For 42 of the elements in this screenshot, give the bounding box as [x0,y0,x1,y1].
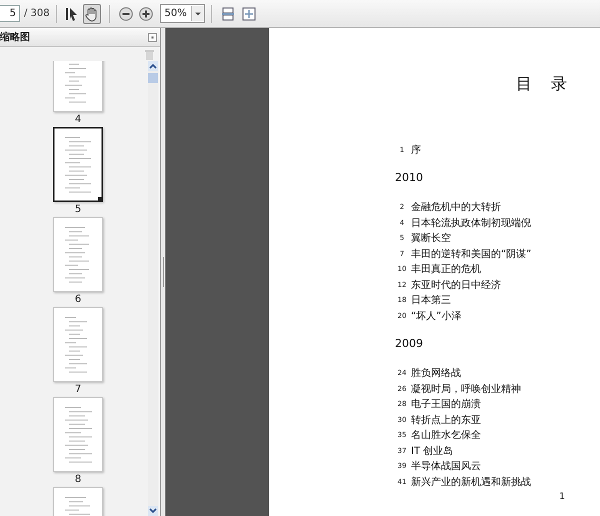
chapter-title: 金融危机中的大转折 [411,200,501,214]
close-icon[interactable] [148,32,157,42]
page-layout-icon[interactable] [222,6,234,20]
page-number-label: 7 [74,383,82,397]
chapter-title: 东亚时代的日中经济 [411,278,501,292]
zoom-combo[interactable]: 50% [160,4,205,23]
chapter-title: 翼断长空 [411,232,451,246]
panel-title: 缩略图 [0,30,30,44]
caret-icon[interactable] [190,6,204,21]
chapter-title: 日本轮流执政体制初现端倪 [411,216,531,230]
zoom-out-icon[interactable] [118,6,133,20]
year-heading: 2009 [395,336,424,352]
chapter-title: IT 创业岛 [411,444,454,458]
chapter-title: 转折点上的东亚 [411,414,481,427]
chapter-title: 丰田真正的危机 [411,262,481,276]
zoom-in-icon[interactable] [138,6,153,20]
chapter-title: 凝视时局，呼唤创业精神 [411,382,521,396]
scroll-thumb[interactable] [148,73,158,83]
fit-page-icon[interactable] [242,6,256,20]
page-thumbnail[interactable] [53,127,103,202]
chapter-title: “坏人”小泽 [411,310,462,323]
chapter-title: 电子王国的崩溃 [411,398,481,412]
chapter-title: 胜负网络战 [411,366,461,380]
hand-tool-button[interactable] [82,4,101,24]
chapter-title: 名山胜水乞保全 [411,428,481,442]
chapter-title: 新兴产业的新机遇和新挑战 [411,476,531,489]
page-number-label: 5 [74,203,82,217]
page-count: / 308 [24,8,50,19]
toc-heading: 目 录 [516,74,567,95]
year-heading: 2010 [395,170,424,186]
page-footer-number: 1 [559,492,565,502]
page-number-field[interactable]: 5 [0,5,20,22]
chapter-title: 丰田的逆转和美国的“阴谋” [411,248,532,261]
scroll-down-icon[interactable] [148,506,158,516]
chapter-title: 日本第三 [411,294,451,308]
scrollbar[interactable] [148,61,158,516]
scroll-up-icon[interactable] [148,61,158,71]
page-number-label: 4 [74,113,82,127]
chapter-title: 半导体战国风云 [411,460,481,474]
chapter-title: 序 [411,144,421,157]
page-number-label: 6 [74,293,82,307]
page-number-label: 8 [74,473,82,487]
